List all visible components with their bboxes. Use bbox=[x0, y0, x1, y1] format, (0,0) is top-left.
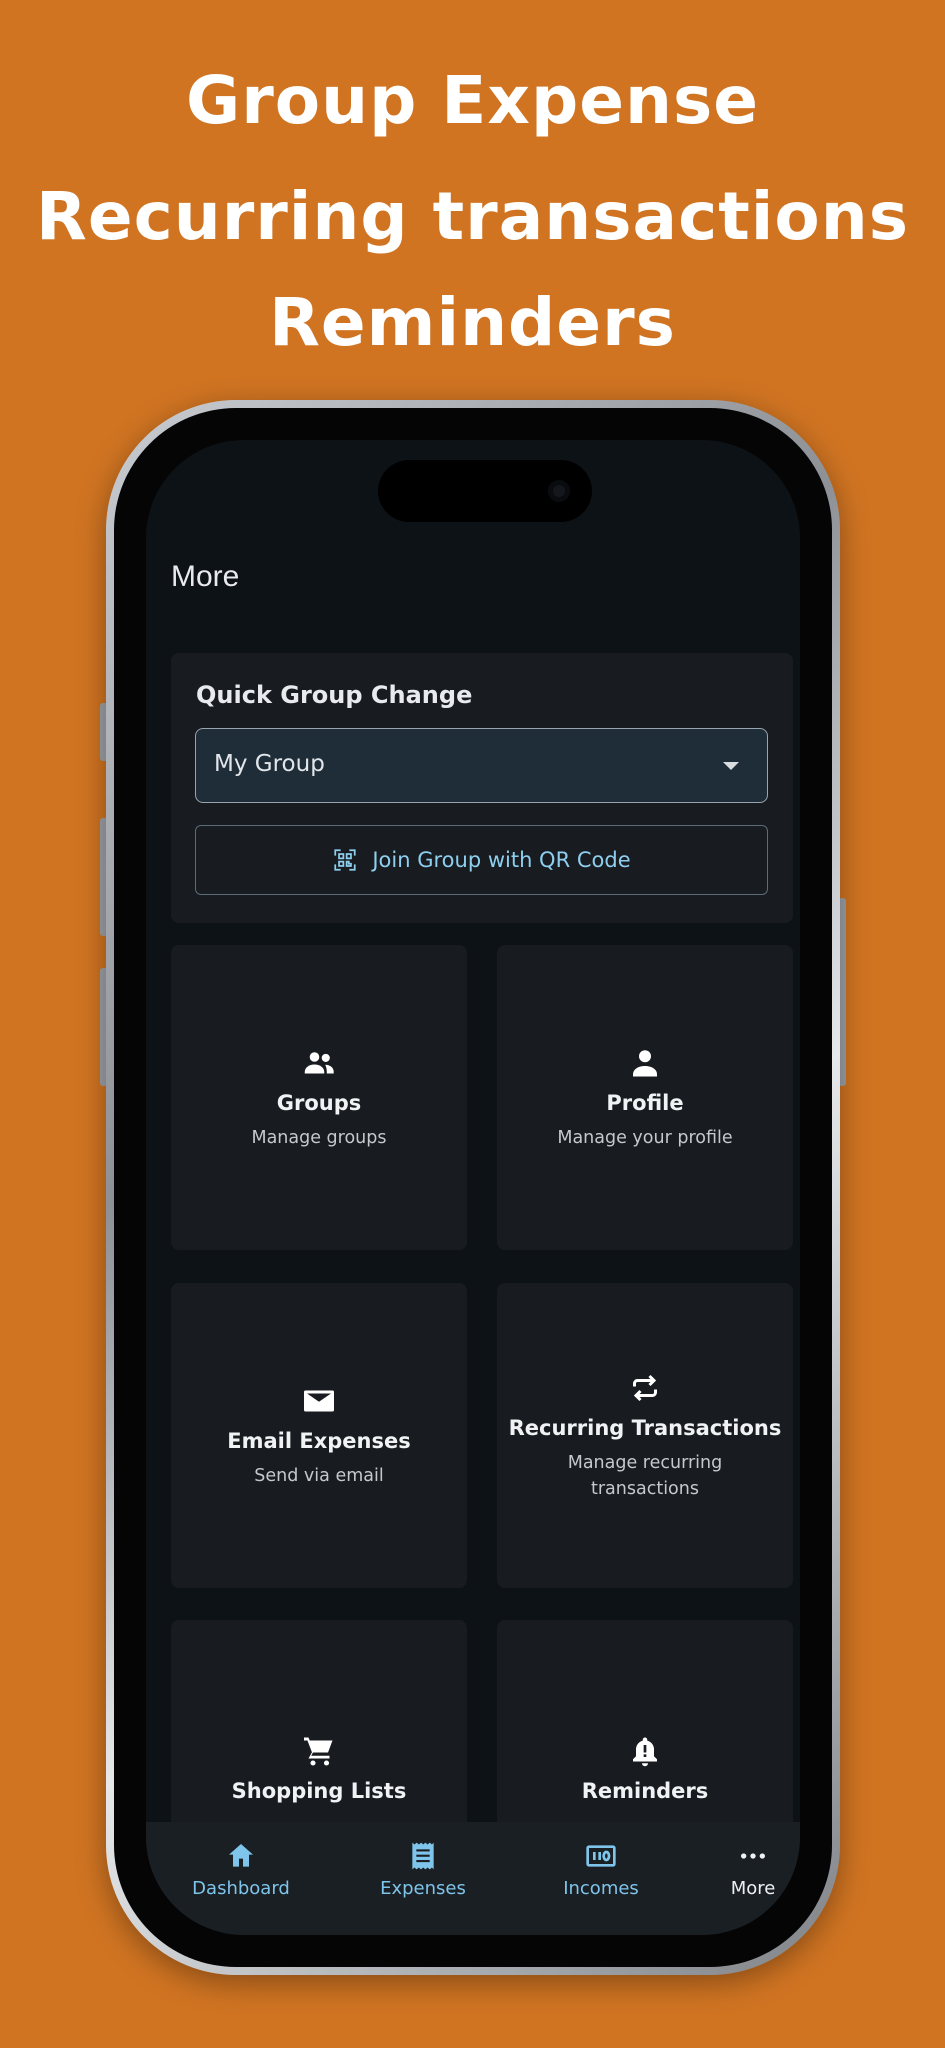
tile-subtitle: Manage groups bbox=[251, 1127, 387, 1148]
home-icon bbox=[229, 1844, 253, 1867]
receipt-icon bbox=[412, 1842, 434, 1870]
promo-line-3: Reminders bbox=[269, 284, 676, 361]
nav-item-expenses[interactable]: Expenses bbox=[348, 1840, 498, 1899]
bell-alert-icon bbox=[633, 1737, 657, 1766]
dynamic-island bbox=[378, 460, 592, 522]
tile-email-expenses[interactable]: Email Expenses Send via email bbox=[171, 1283, 467, 1588]
camera-icon bbox=[548, 480, 570, 502]
nav-label: More bbox=[730, 1878, 776, 1899]
tile-subtitle: Send via email bbox=[254, 1465, 384, 1486]
tile-title: Shopping Lists bbox=[231, 1778, 407, 1803]
tile-title: Reminders bbox=[581, 1778, 709, 1803]
group-select-dropdown[interactable]: My Group bbox=[195, 728, 768, 803]
tile-recurring-transactions[interactable]: Recurring Transactions Manage recurring … bbox=[497, 1283, 793, 1588]
person-icon bbox=[633, 1049, 657, 1076]
join-group-qr-label: Join Group with QR Code bbox=[372, 848, 631, 872]
quick-group-title: Quick Group Change bbox=[196, 681, 473, 709]
promo-line-1: Group Expense bbox=[186, 62, 759, 139]
cart-icon bbox=[304, 1737, 333, 1766]
bottom-navigation-bar: Dashboard Expenses Incomes More bbox=[146, 1822, 800, 1935]
nav-label: Incomes bbox=[563, 1878, 639, 1899]
nav-item-incomes[interactable]: Incomes bbox=[526, 1840, 676, 1899]
dropdown-caret-icon bbox=[723, 762, 739, 770]
cash-icon bbox=[586, 1845, 616, 1867]
phone-bezel: More Quick Group Change My Group Join Gr… bbox=[114, 408, 832, 1967]
nav-label: Expenses bbox=[380, 1878, 466, 1899]
quick-group-card: Quick Group Change My Group Join Group w… bbox=[171, 653, 793, 923]
tile-profile[interactable]: Profile Manage your profile bbox=[497, 945, 793, 1250]
nav-label: Dashboard bbox=[192, 1878, 290, 1899]
more-dots-icon bbox=[741, 1853, 765, 1859]
groups-icon bbox=[304, 1051, 334, 1073]
phone-frame: More Quick Group Change My Group Join Gr… bbox=[106, 400, 840, 1975]
qr-code-icon bbox=[334, 849, 356, 871]
tile-title: Email Expenses bbox=[227, 1428, 411, 1453]
tile-subtitle: Manage recurring transactions bbox=[567, 1452, 723, 1499]
page-title: More bbox=[171, 560, 240, 593]
app-screen: More Quick Group Change My Group Join Gr… bbox=[146, 440, 800, 1935]
nav-item-more[interactable]: More bbox=[678, 1840, 800, 1899]
nav-item-dashboard[interactable]: Dashboard bbox=[166, 1840, 316, 1899]
join-group-qr-button[interactable]: Join Group with QR Code bbox=[195, 825, 768, 895]
email-icon bbox=[304, 1390, 334, 1411]
tile-title: Profile bbox=[606, 1090, 684, 1115]
tile-subtitle: Manage your profile bbox=[557, 1127, 733, 1148]
repeat-icon bbox=[633, 1374, 657, 1401]
tile-title: Groups bbox=[276, 1090, 362, 1115]
tile-title: Recurring Transactions bbox=[508, 1415, 782, 1440]
tile-groups[interactable]: Groups Manage groups bbox=[171, 945, 467, 1250]
group-select-value: My Group bbox=[214, 751, 325, 777]
promo-line-2: Recurring transactions bbox=[36, 178, 909, 255]
